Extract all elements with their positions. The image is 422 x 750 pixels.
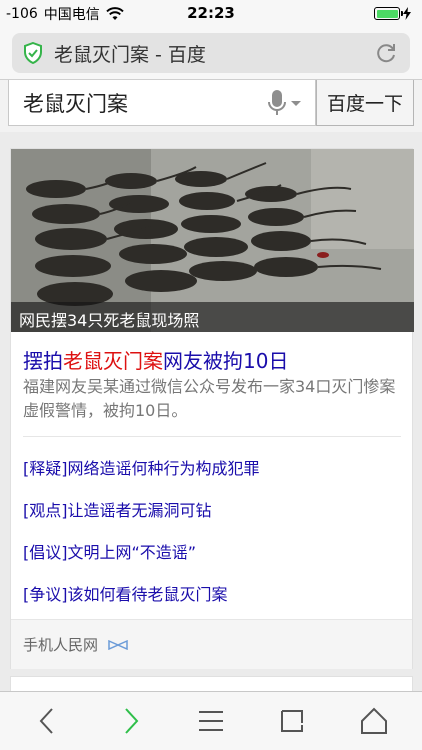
headline-keyword: 老鼠灭门案 (63, 349, 163, 373)
charging-bolt-icon (403, 7, 411, 20)
tabs-icon[interactable] (276, 705, 308, 737)
search-query: 老鼠灭门案 (23, 91, 128, 116)
back-icon[interactable] (32, 705, 64, 737)
news-photo[interactable]: 网民摆34只死老鼠现场照 (11, 149, 414, 332)
related-link-1[interactable]: [释疑]网络造谣何种行为构成犯罪 (23, 455, 260, 479)
related-link-4[interactable]: [争议]该如何看待老鼠灭门案 (23, 581, 228, 605)
photo-caption: 网民摆34只死老鼠现场照 (11, 302, 414, 332)
related-link-3[interactable]: [倡议]文明上网“不造谣” (23, 539, 196, 563)
divider (23, 436, 401, 437)
result-snippet: 福建网友吴某通过微信公众号发布一家34口灭门惨案虚假警情，被拘10日。 (23, 377, 396, 420)
clock: 22:23 (187, 4, 235, 22)
battery-level (376, 9, 398, 18)
result-headline[interactable]: 摆拍老鼠灭门案网友被拘10日 (23, 345, 288, 374)
search-button[interactable]: 百度一下 (316, 80, 414, 126)
search-input[interactable]: 老鼠灭门案 (8, 80, 316, 126)
home-icon[interactable] (358, 705, 390, 737)
shield-check-icon (24, 42, 42, 64)
battery-tip (400, 11, 403, 16)
forward-icon[interactable] (114, 705, 146, 737)
headline-prefix: 摆拍 (23, 349, 63, 373)
source-name: 手机人民网 (23, 636, 99, 654)
address-field[interactable]: 老鼠灭门案 - 百度 (12, 33, 410, 73)
microphone-icon[interactable] (267, 89, 287, 117)
source-bow-icon (108, 639, 128, 650)
chevron-down-icon[interactable] (291, 98, 301, 108)
related-link-2[interactable]: [观点]让造谣者无漏洞可钻 (23, 497, 212, 521)
battery-body (374, 7, 403, 20)
battery-icon (374, 6, 412, 21)
news-result-card: 网民摆34只死老鼠现场照 摆拍老鼠灭门案网友被拘10日 福建网友吴某通过微信公众… (10, 148, 414, 669)
browser-url-bar: 老鼠灭门案 - 百度 (0, 26, 422, 80)
menu-icon[interactable] (195, 705, 227, 737)
headline-suffix: 网友被拘10日 (163, 349, 289, 373)
browser-toolbar (0, 691, 422, 750)
reload-icon[interactable] (372, 39, 400, 67)
search-row: 老鼠灭门案 百度一下 (0, 80, 422, 132)
page-title: 老鼠灭门案 - 百度 (54, 43, 206, 66)
status-bar: -106 中国电信 22:23 (0, 0, 422, 26)
source-footer: 手机人民网 (11, 619, 412, 669)
